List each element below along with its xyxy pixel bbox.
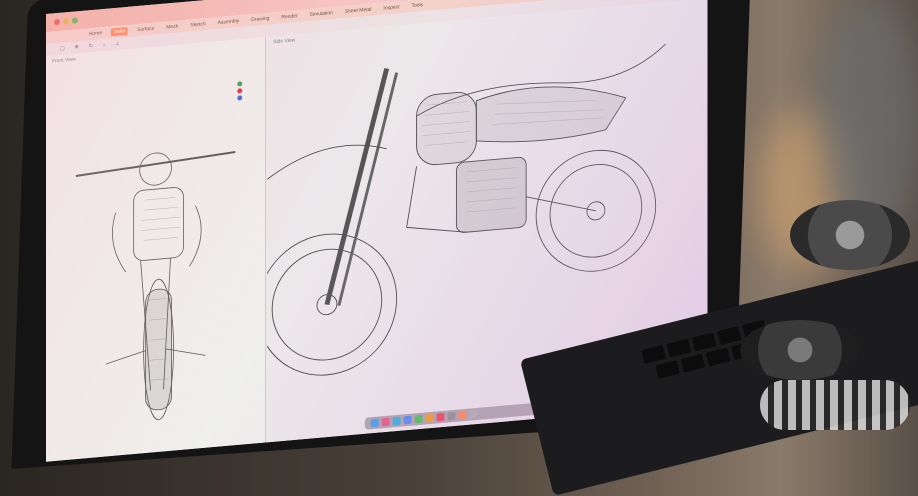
select-tool-icon[interactable]: ▢ — [60, 45, 65, 51]
keyboard-key[interactable] — [691, 332, 717, 352]
keyboard-key[interactable] — [655, 360, 681, 380]
zoom-tool-icon[interactable]: ⌕ — [103, 42, 106, 48]
front-view-viewport[interactable]: Front View — [46, 36, 267, 462]
keyboard-key[interactable] — [716, 326, 742, 346]
mail-icon[interactable] — [403, 415, 412, 425]
menu-item-home[interactable]: Home — [86, 29, 105, 39]
color-swatch-green[interactable] — [237, 81, 243, 87]
cad-app-icon[interactable] — [458, 410, 467, 420]
photos-icon[interactable] — [425, 413, 434, 423]
safari-icon[interactable] — [392, 416, 401, 426]
menu-item-sketch[interactable]: Sketch — [187, 20, 208, 30]
keyboard-key[interactable] — [641, 345, 667, 364]
move-tool-icon[interactable]: ✥ — [75, 44, 79, 50]
photo-scene: enduro_bike_model Home Solid Surface Mes… — [0, 0, 918, 496]
color-picker[interactable] — [235, 79, 244, 103]
settings-icon[interactable] — [447, 411, 456, 421]
trash-icon[interactable] — [469, 409, 478, 419]
menu-item-drawing[interactable]: Drawing — [248, 14, 272, 24]
color-swatch-red[interactable] — [237, 88, 243, 94]
menu-item-assembly[interactable]: Assembly — [215, 17, 243, 27]
keyboard-key[interactable] — [680, 353, 706, 373]
keyboard-key[interactable] — [705, 347, 731, 367]
messages-icon[interactable] — [414, 414, 423, 424]
menu-item-surface[interactable]: Surface — [134, 24, 157, 34]
rotate-tool-icon[interactable]: ↻ — [89, 43, 93, 49]
menu-item-render[interactable]: Render — [278, 12, 300, 22]
menu-item-simulation[interactable]: Simulation — [307, 9, 336, 20]
menu-item-tools[interactable]: Tools — [408, 1, 426, 11]
minimize-icon[interactable] — [62, 18, 69, 25]
gear-icon — [790, 200, 910, 270]
gear-icon — [760, 380, 910, 430]
music-icon[interactable] — [436, 412, 445, 422]
color-swatch-blue[interactable] — [237, 95, 243, 101]
menu-item-solid[interactable]: Solid — [111, 26, 129, 37]
measure-tool-icon[interactable]: ⟂ — [116, 41, 119, 47]
menu-item-mesh[interactable]: Mesh — [163, 22, 181, 32]
menu-item-sheet-metal[interactable]: Sheet Metal — [342, 5, 375, 16]
keyboard-key[interactable] — [666, 338, 692, 358]
maximize-icon[interactable] — [71, 17, 78, 24]
menu-item-inspect[interactable]: Inspect — [380, 3, 402, 13]
finder-icon[interactable] — [370, 418, 379, 428]
window-controls[interactable] — [53, 17, 78, 26]
launchpad-icon[interactable] — [381, 417, 390, 427]
front-view-drawing — [75, 151, 236, 421]
gear-icon — [740, 320, 860, 380]
close-icon[interactable] — [53, 18, 60, 26]
